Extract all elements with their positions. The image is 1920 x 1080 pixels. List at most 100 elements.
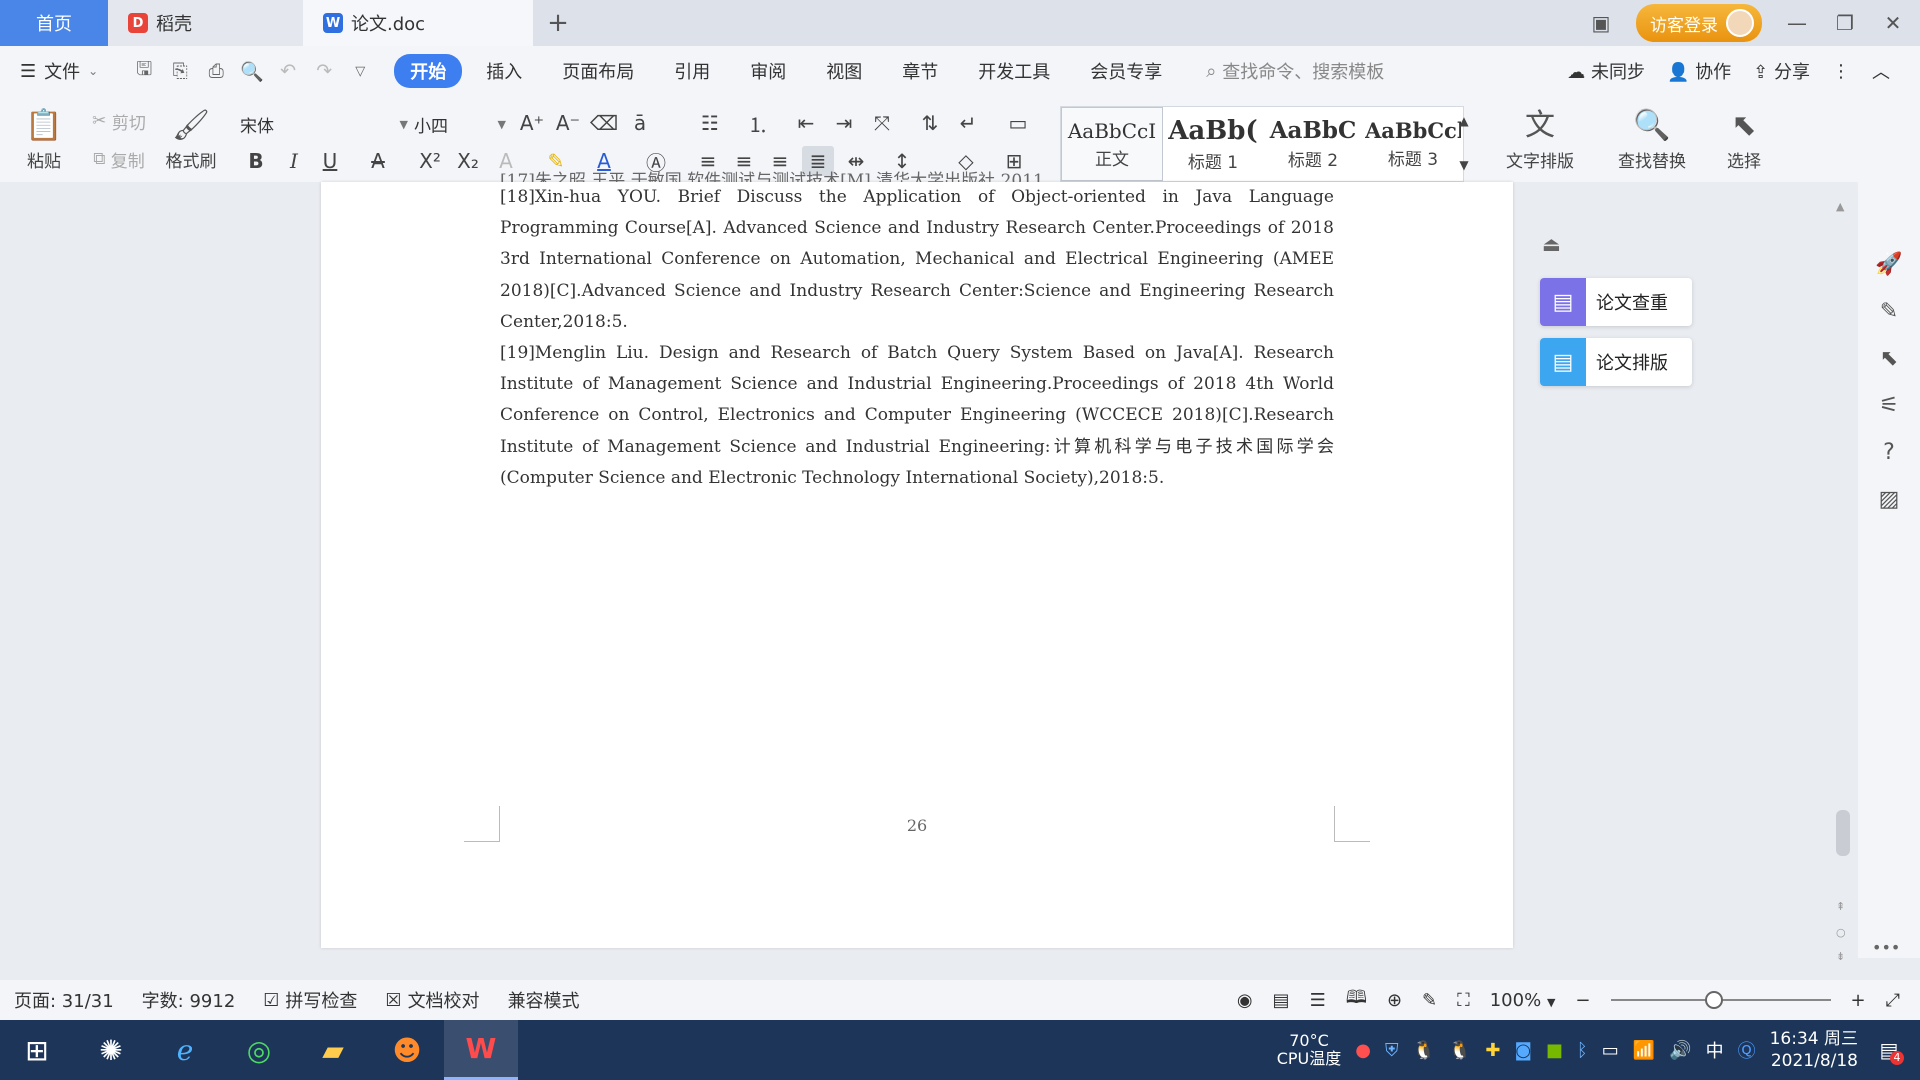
styles-expand-icon[interactable]: ▼ <box>1448 150 1480 180</box>
menu-layout[interactable]: 页面布局 <box>546 54 650 88</box>
blue-app-icon[interactable]: ◙ <box>1514 1040 1531 1061</box>
collapse-ribbon-icon[interactable]: ︿ <box>1872 58 1890 84</box>
print-preview-icon[interactable]: 🔍 <box>234 60 270 83</box>
nvidia-icon[interactable]: ■ <box>1546 1040 1563 1061</box>
sync-button[interactable]: ☁ 未同步 <box>1567 58 1645 84</box>
bullet-list-icon[interactable]: ☷ <box>694 108 726 138</box>
shield-icon[interactable]: ⛨ <box>1385 1040 1399 1061</box>
green-browser-icon[interactable]: ◎ <box>222 1020 296 1080</box>
grow-font-icon[interactable]: A⁺ <box>516 108 548 138</box>
scroll-up-icon[interactable]: ▲ <box>1836 200 1844 213</box>
search-app-icon[interactable]: Ⓠ <box>1738 1037 1756 1063</box>
menu-member[interactable]: 会员专享 <box>1074 54 1178 88</box>
undo-icon[interactable]: ↶ <box>270 60 306 82</box>
more-icon[interactable]: ⋮ <box>1832 61 1850 82</box>
zoom-select[interactable]: 100% ▼ <box>1490 990 1556 1011</box>
wifi-icon[interactable]: 📶 <box>1633 1040 1655 1061</box>
plus-app-icon[interactable]: ✚ <box>1485 1040 1500 1061</box>
qq-icon[interactable]: 🐧 <box>1449 1040 1471 1061</box>
print-icon[interactable]: ⎙ <box>198 60 234 82</box>
phonetic-icon[interactable]: ā <box>624 108 656 138</box>
collaborate-button[interactable]: 👤 协作 <box>1667 58 1731 84</box>
export-icon[interactable]: ⎘ <box>162 60 198 82</box>
ime-indicator[interactable]: 中 <box>1706 1037 1724 1063</box>
spell-check-button[interactable]: ☑ 拼写检查 <box>263 987 357 1013</box>
subscript-icon[interactable]: X₂ <box>452 146 484 176</box>
scrollbar-thumb[interactable] <box>1836 810 1850 856</box>
cpu-temperature[interactable]: 70°C CPU温度 <box>1277 1032 1342 1068</box>
write-mode-icon[interactable]: ✎ <box>1422 990 1437 1011</box>
rocket-icon[interactable]: 🚀 <box>1875 252 1902 277</box>
wps-writer-icon[interactable]: W <box>444 1020 518 1080</box>
shrink-font-icon[interactable]: A⁻ <box>552 108 584 138</box>
font-name-select[interactable]: 宋体 ▼ <box>236 110 412 138</box>
zoom-slider-knob[interactable] <box>1704 991 1723 1009</box>
reading-view-icon[interactable]: 🕮 <box>1346 985 1367 1015</box>
bold-icon[interactable]: B <box>240 146 272 176</box>
command-search[interactable]: ⌕ 查找命令、搜索模板 <box>1206 58 1384 84</box>
styles-scroll-up-icon[interactable]: ▲ <box>1448 106 1480 136</box>
login-button[interactable]: 访客登录 <box>1636 4 1762 42</box>
zoom-out-icon[interactable]: − <box>1575 990 1590 1011</box>
restore-button[interactable]: ❐ <box>1832 11 1858 35</box>
vertical-scrollbar[interactable]: ▲ ⇞ ○ ⇟ <box>1832 200 1854 963</box>
eye-protection-icon[interactable]: ◉ <box>1237 990 1253 1011</box>
increase-indent-icon[interactable]: ⇥ <box>828 108 860 138</box>
paper-format-button[interactable]: ▤ 论文排版 <box>1540 338 1692 386</box>
find-replace-button[interactable]: 🔍 查找替换 <box>1606 104 1698 176</box>
share-button[interactable]: ⇪ 分享 <box>1753 58 1810 84</box>
eraser-icon[interactable]: ⌫ <box>588 108 620 138</box>
zoom-slider[interactable] <box>1610 991 1831 1009</box>
windows-start-icon[interactable]: ⊞ <box>0 1020 74 1080</box>
text-layout-button[interactable]: 文 文字排版 <box>1494 104 1586 176</box>
red-face-icon[interactable]: ● <box>1355 1040 1371 1061</box>
zoom-in-icon[interactable]: + <box>1851 990 1866 1011</box>
paper-check-button[interactable]: ▤ 论文查重 <box>1540 278 1692 326</box>
sliders-icon[interactable]: ⚟ <box>1879 393 1899 418</box>
underline-icon[interactable]: U <box>314 146 346 176</box>
page-view-icon[interactable]: ▤ <box>1273 990 1290 1011</box>
next-page-icon[interactable]: ⇟ <box>1836 950 1845 963</box>
new-tab-button[interactable]: + <box>533 0 583 46</box>
web-view-icon[interactable]: ⊕ <box>1387 990 1402 1011</box>
pointer-icon[interactable]: ⬉ <box>1880 346 1898 371</box>
page-indicator[interactable]: 页面: 31/31 <box>14 987 114 1013</box>
menu-references[interactable]: 引用 <box>658 54 726 88</box>
file-explorer-icon[interactable]: ▰ <box>296 1020 370 1080</box>
cut-button[interactable]: ✂ 剪切 <box>80 108 158 134</box>
ie-browser-icon[interactable]: ℯ <box>148 1020 222 1080</box>
superscript-icon[interactable]: X² <box>414 146 446 176</box>
redo-icon[interactable]: ↷ <box>306 60 342 82</box>
sort-icon[interactable]: ⇅ <box>914 108 946 138</box>
chinese-layout-icon[interactable]: ⤧ <box>866 108 898 138</box>
italic-icon[interactable]: I <box>278 146 310 176</box>
close-button[interactable]: ✕ <box>1880 11 1906 35</box>
document-page[interactable]: [17]朱之昭,王平,于敏国.软件测试与测试技术[M].清华大学出版社,2011… <box>321 171 1513 948</box>
decrease-indent-icon[interactable]: ⇤ <box>790 108 822 138</box>
format-painter-button[interactable]: 🖌 格式刷 <box>160 104 222 176</box>
customize-icon[interactable]: ▽ <box>342 64 378 79</box>
layout-icon[interactable]: ▣ <box>1588 11 1614 35</box>
word-count[interactable]: 字数: 9912 <box>142 987 236 1013</box>
bluetooth-icon[interactable]: ᛒ <box>1577 1040 1588 1061</box>
outline-view-icon[interactable]: ☰ <box>1310 990 1326 1011</box>
doc-proof-button[interactable]: ☒ 文档校对 <box>385 987 479 1013</box>
ruler-icon[interactable]: ▭ <box>1002 108 1034 138</box>
select-browse-icon[interactable]: ○ <box>1836 926 1846 939</box>
fit-page-icon[interactable]: ⛶ <box>1457 990 1470 1011</box>
notification-center-icon[interactable]: ▤ 4 <box>1872 1033 1906 1067</box>
menu-chapter[interactable]: 章节 <box>886 54 954 88</box>
menu-insert[interactable]: 插入 <box>470 54 538 88</box>
font-size-select[interactable]: 小四 ▼ <box>410 110 510 138</box>
qq-icon[interactable]: 🐧 <box>1413 1040 1435 1061</box>
menu-start[interactable]: 开始 <box>394 54 463 88</box>
image-tool-icon[interactable]: ▨ <box>1879 487 1900 512</box>
minimize-button[interactable]: — <box>1784 11 1810 35</box>
tab-document[interactable]: W 论文.doc <box>303 0 533 46</box>
pen-icon[interactable]: ✎ <box>1880 299 1898 324</box>
menu-review[interactable]: 审阅 <box>734 54 802 88</box>
volume-icon[interactable]: 🔊 <box>1669 1040 1691 1061</box>
strikethrough-icon[interactable]: A <box>362 146 394 176</box>
file-menu[interactable]: ☰ 文件 ⌄ <box>20 58 98 84</box>
more-options-icon[interactable]: ••• <box>1872 938 1900 957</box>
